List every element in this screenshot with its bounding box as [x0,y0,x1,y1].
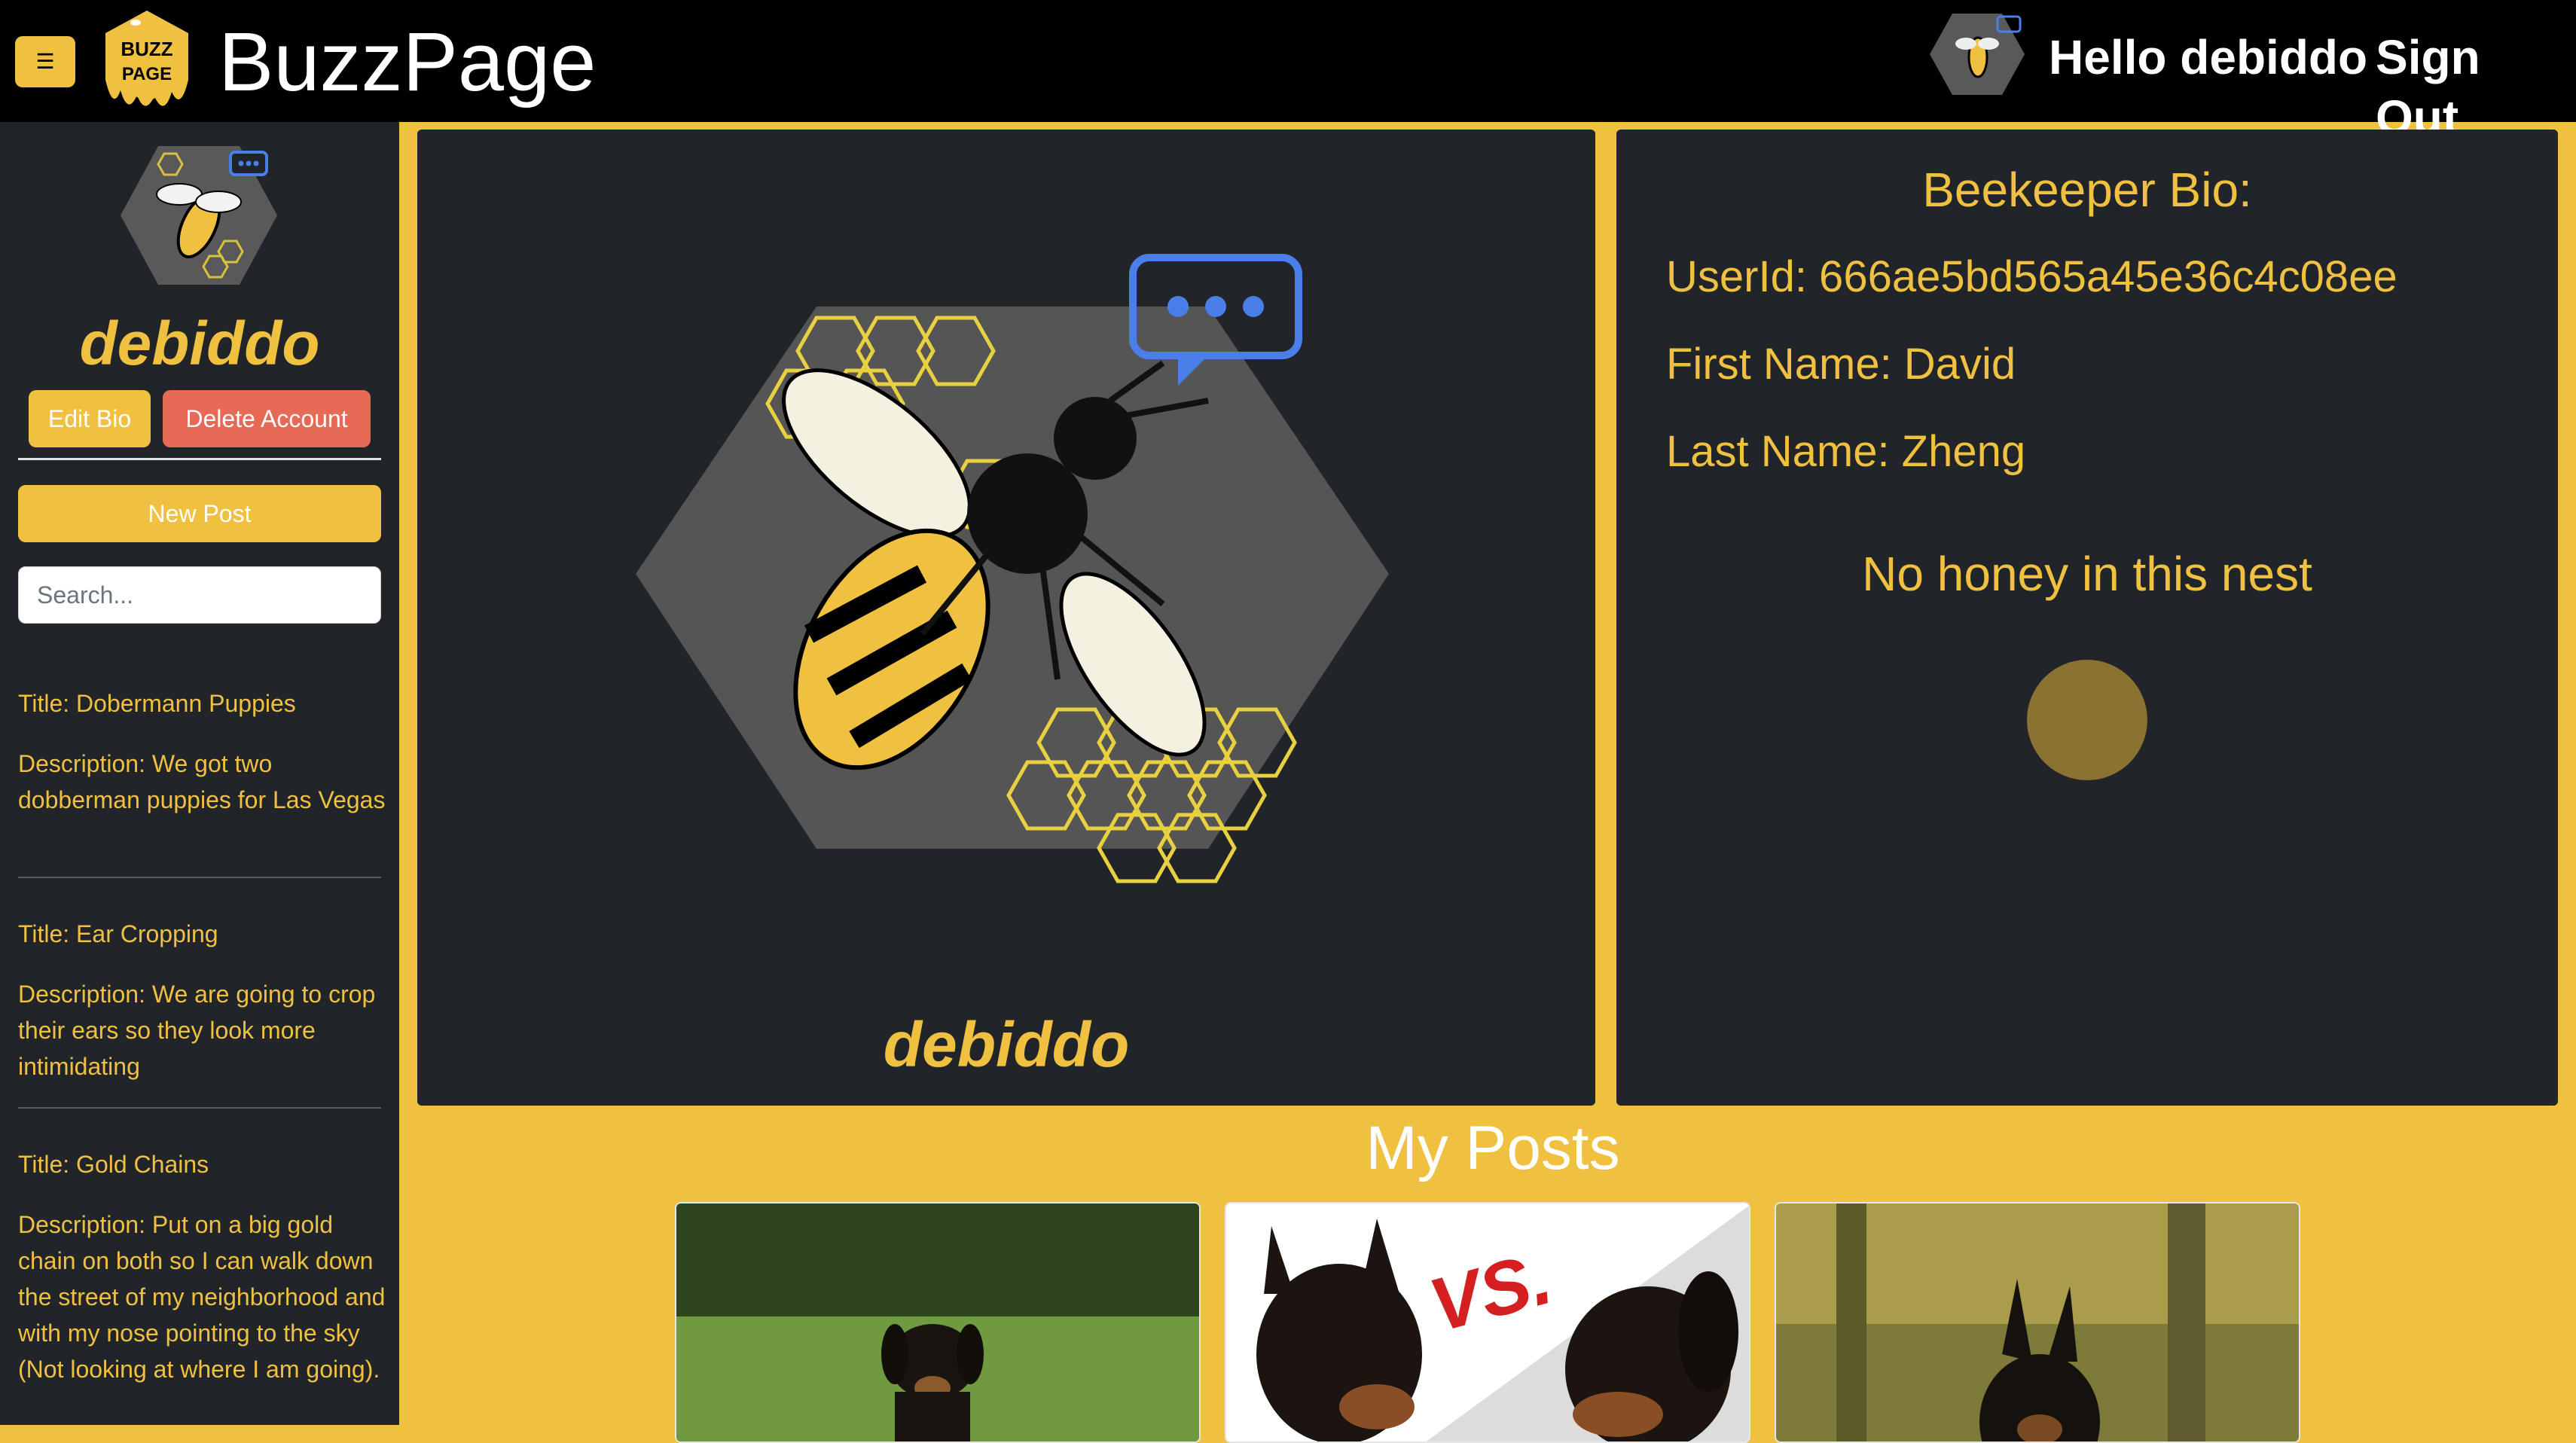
post-divider [18,1107,381,1109]
post-card[interactable] [675,1202,1201,1443]
sidebar-post-description: Description: We got two dobberman puppie… [18,750,386,813]
last-name-field: Last Name: Zheng [1666,427,2026,476]
hamburger-icon: ☰ [35,50,55,73]
delete-account-button[interactable]: Delete Account [163,390,371,447]
my-posts-heading: My Posts [1366,1114,1620,1182]
loading-spinner-icon [2027,660,2147,780]
post-card[interactable] [1775,1202,2300,1443]
profile-avatar-bee [636,254,1389,883]
new-post-button[interactable]: New Post [18,485,381,542]
sidebar-username: debiddo [79,310,320,378]
sidebar-post-description: Description: Put on a big gold chain on … [18,1211,386,1383]
buzzpage-logo[interactable]: BUZZ PAGE [98,6,196,117]
search-input[interactable] [18,566,381,624]
sidebar-post-description: Description: We are going to crop their … [18,981,376,1080]
sidebar-post-title[interactable]: Title: Gold Chains [18,1146,387,1182]
dobermann-cropped-ears-photo [1776,1204,2299,1441]
sidebar-post-title[interactable]: Title: Dobermann Puppies [18,685,387,722]
logo-text-page: PAGE [122,64,172,84]
user-id-field: UserId: 666ae5bd565a45e36c4c08ee [1666,252,2397,301]
greeting-text: Hello debiddo [2049,30,2368,84]
dobermann-puppy-photo [676,1204,1199,1441]
sidebar-avatar [121,146,277,285]
menu-toggle-button[interactable]: ☰ [15,36,75,87]
profile-card: debiddo [417,130,1595,1106]
profile-username: debiddo [883,1009,1130,1080]
post-card[interactable]: VS. [1225,1202,1750,1443]
dobermann-vs-photo: VS. [1226,1204,1749,1441]
empty-state-message: No honey in this nest [1862,547,2312,601]
top-navbar: ☰ BUZZ PAGE BuzzPage Hello debiddo Sign … [0,0,2576,145]
first-name-field: First Name: David [1666,340,2016,389]
bio-card: Beekeeper Bio: UserId: 666ae5bd565a45e36… [1616,130,2558,1106]
brand-name[interactable]: BuzzPage [218,14,596,111]
logo-text-buzz: BUZZ [121,38,172,60]
sidebar-divider [18,458,381,460]
edit-bio-button[interactable]: Edit Bio [29,390,151,447]
bio-heading: Beekeeper Bio: [1922,163,2252,217]
post-divider [18,877,381,878]
user-avatar[interactable] [1928,11,2026,98]
sidebar-post-title[interactable]: Title: Ear Cropping [18,916,387,952]
sidebar: debiddo Edit Bio Delete Account New Post… [0,122,399,1425]
